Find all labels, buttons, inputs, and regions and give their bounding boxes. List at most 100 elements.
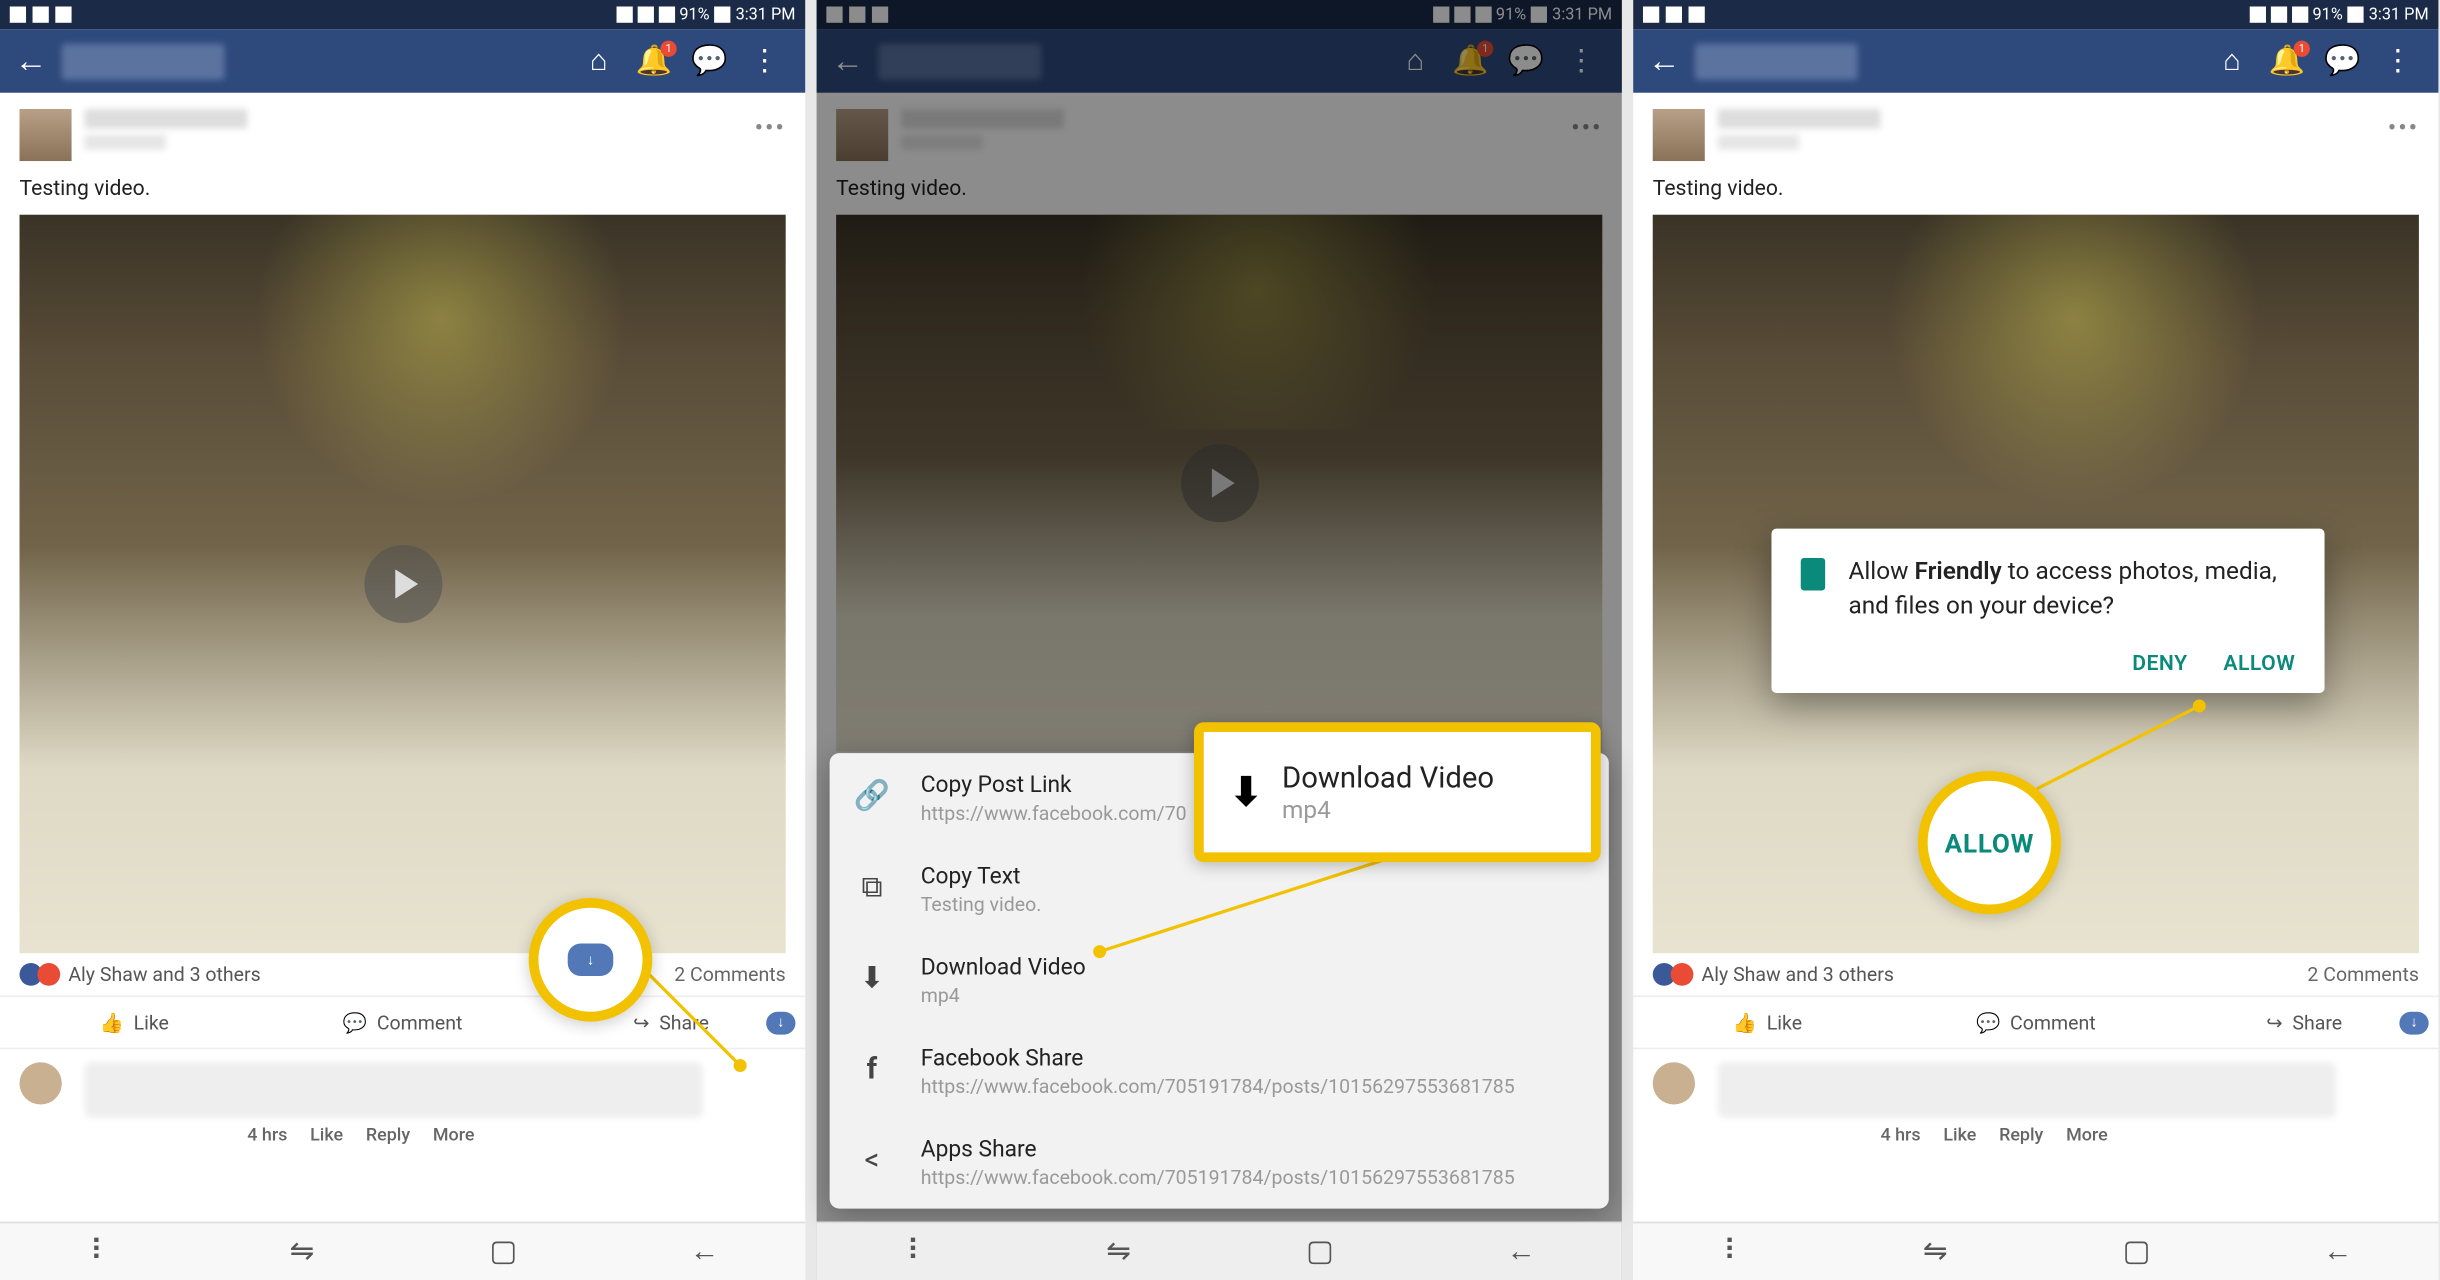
nav-bar: ⠇ ⇋ ▢ ← xyxy=(1633,1222,2438,1280)
nav-home-icon[interactable]: ▢ xyxy=(1304,1235,1337,1269)
comment-button[interactable]: 💬Comment xyxy=(268,997,536,1047)
nav-back-icon[interactable]: ← xyxy=(2322,1235,2355,1269)
notifications-icon[interactable]: 🔔1 xyxy=(1453,43,1489,79)
comment-reply[interactable]: Reply xyxy=(366,1124,410,1145)
back-icon[interactable]: ← xyxy=(830,43,866,79)
facebook-icon: f xyxy=(852,1049,891,1088)
app-bar: ← ⌂ 🔔1 💬 ⋮ xyxy=(817,29,1622,92)
messenger-icon[interactable]: 💬 xyxy=(2325,43,2361,79)
post-caption: Testing video. xyxy=(817,171,1622,215)
post-header: ••• xyxy=(0,93,805,171)
home-icon[interactable]: ⌂ xyxy=(2214,43,2250,79)
reactions-row[interactable]: Aly Shaw and 3 others 2 Comments xyxy=(1633,953,2438,997)
sheet-download-video[interactable]: ⬇ Download Videomp4 xyxy=(830,935,1609,1026)
page-title xyxy=(62,43,225,79)
back-icon[interactable]: ← xyxy=(1646,43,1682,79)
download-cloud-icon xyxy=(568,943,614,976)
comment-icon: 💬 xyxy=(1976,1011,2000,1034)
comment-avatar[interactable] xyxy=(1653,1062,1695,1104)
post-caption: Testing video. xyxy=(0,171,805,215)
share-button[interactable]: ↪Share xyxy=(2170,997,2438,1047)
permission-allow-button[interactable]: ALLOW xyxy=(2223,652,2295,676)
comment-row: 4 hrs Like Reply More xyxy=(1633,1049,2438,1158)
comment-time: 4 hrs xyxy=(247,1124,287,1145)
overflow-icon[interactable]: ⋮ xyxy=(747,43,783,79)
play-icon[interactable] xyxy=(1180,444,1258,522)
messenger-icon[interactable]: 💬 xyxy=(1508,43,1544,79)
post-menu-icon[interactable]: ••• xyxy=(2388,112,2419,143)
page-title xyxy=(878,43,1041,79)
comment-meta: 4 hrs Like Reply More xyxy=(1880,1124,2418,1145)
actions-row: 👍Like 💬Comment ↪Share xyxy=(0,997,805,1049)
download-cloud-icon[interactable] xyxy=(2399,1011,2428,1034)
nav-back-icon[interactable]: ← xyxy=(688,1235,721,1269)
avatar[interactable] xyxy=(1653,109,1705,161)
copy-icon: ⧉ xyxy=(852,867,891,906)
reactions-row[interactable]: Aly Shaw and 3 others 2 Comments xyxy=(0,953,805,997)
comment-more[interactable]: More xyxy=(433,1124,475,1145)
nav-menu-icon[interactable]: ⠇ xyxy=(84,1235,117,1269)
nav-bar: ⠇ ⇋ ▢ ← xyxy=(817,1222,1622,1280)
nav-bar: ⠇ ⇋ ▢ ← xyxy=(0,1222,805,1280)
notifications-icon[interactable]: 🔔1 xyxy=(2269,43,2305,79)
download-cloud-icon[interactable] xyxy=(766,1011,795,1034)
screenshot-2: 91% 3:31 PM ← ⌂ 🔔1 💬 ⋮ ••• Testing video… xyxy=(817,0,1622,1280)
nav-menu-icon[interactable]: ⠇ xyxy=(901,1235,934,1269)
love-reaction-icon xyxy=(1671,963,1694,986)
permission-deny-button[interactable]: DENY xyxy=(2132,652,2187,676)
love-reaction-icon xyxy=(37,963,60,986)
download-icon: ⬇ xyxy=(1230,769,1263,815)
callout-allow: ALLOW xyxy=(1918,771,2061,914)
comment-body xyxy=(1718,1062,2336,1117)
video-thumbnail[interactable] xyxy=(20,215,786,954)
home-icon[interactable]: ⌂ xyxy=(1397,43,1433,79)
comment-row: 4 hrs Like Reply More xyxy=(0,1049,805,1158)
comments-count[interactable]: 2 Comments xyxy=(674,963,785,986)
thumbs-up-icon: 👍 xyxy=(99,1011,123,1034)
battery-text: 91% xyxy=(679,6,709,24)
notifications-icon[interactable]: 🔔1 xyxy=(636,43,672,79)
like-button[interactable]: 👍Like xyxy=(0,997,268,1047)
overflow-icon[interactable]: ⋮ xyxy=(1563,43,1599,79)
back-icon[interactable]: ← xyxy=(13,43,49,79)
page-title xyxy=(1695,43,1858,79)
play-icon[interactable] xyxy=(364,545,442,623)
share-icon: < xyxy=(852,1140,891,1179)
nav-recents-icon[interactable]: ⇋ xyxy=(286,1235,319,1269)
overflow-icon[interactable]: ⋮ xyxy=(2380,43,2416,79)
comment-avatar[interactable] xyxy=(20,1062,62,1104)
folder-icon xyxy=(1801,558,1826,591)
avatar[interactable] xyxy=(836,109,888,161)
status-bar: 91% 3:31 PM xyxy=(0,0,805,29)
avatar[interactable] xyxy=(20,109,72,161)
post-caption: Testing video. xyxy=(1633,171,2438,215)
comment-button[interactable]: 💬Comment xyxy=(1902,997,2170,1047)
nav-back-icon[interactable]: ← xyxy=(1505,1235,1538,1269)
clock-text: 3:31 PM xyxy=(736,6,796,24)
like-button[interactable]: 👍Like xyxy=(1633,997,1901,1047)
messenger-icon[interactable]: 💬 xyxy=(691,43,727,79)
comment-like[interactable]: Like xyxy=(310,1124,343,1145)
sheet-apps-share[interactable]: < Apps Sharehttps://www.facebook.com/705… xyxy=(830,1118,1609,1209)
post-menu-icon[interactable]: ••• xyxy=(754,112,785,143)
nav-home-icon[interactable]: ▢ xyxy=(487,1235,520,1269)
home-icon[interactable]: ⌂ xyxy=(581,43,617,79)
nav-menu-icon[interactable]: ⠇ xyxy=(1718,1235,1751,1269)
comment-body xyxy=(85,1062,703,1117)
post-menu-icon[interactable]: ••• xyxy=(1571,112,1602,143)
video-thumbnail[interactable] xyxy=(836,215,1602,752)
link-icon: 🔗 xyxy=(852,776,891,815)
screenshot-1: 91% 3:31 PM ← ⌂ 🔔1 💬 ⋮ ••• Testing video… xyxy=(0,0,805,1280)
nav-recents-icon[interactable]: ⇋ xyxy=(1919,1235,1952,1269)
post-header: ••• xyxy=(1633,93,2438,171)
sheet-facebook-share[interactable]: f Facebook Sharehttps://www.facebook.com… xyxy=(830,1026,1609,1117)
nav-home-icon[interactable]: ▢ xyxy=(2120,1235,2153,1269)
callout-download-cloud xyxy=(529,898,653,1022)
actions-row: 👍Like 💬Comment ↪Share xyxy=(1633,997,2438,1049)
post-timestamp xyxy=(85,135,166,150)
permission-message: Allow Friendly to access photos, media, … xyxy=(1848,555,2295,623)
nav-recents-icon[interactable]: ⇋ xyxy=(1102,1235,1135,1269)
status-bar: 91% 3:31 PM xyxy=(817,0,1622,29)
notification-badge: 1 xyxy=(660,40,676,56)
post-author[interactable] xyxy=(85,109,248,129)
